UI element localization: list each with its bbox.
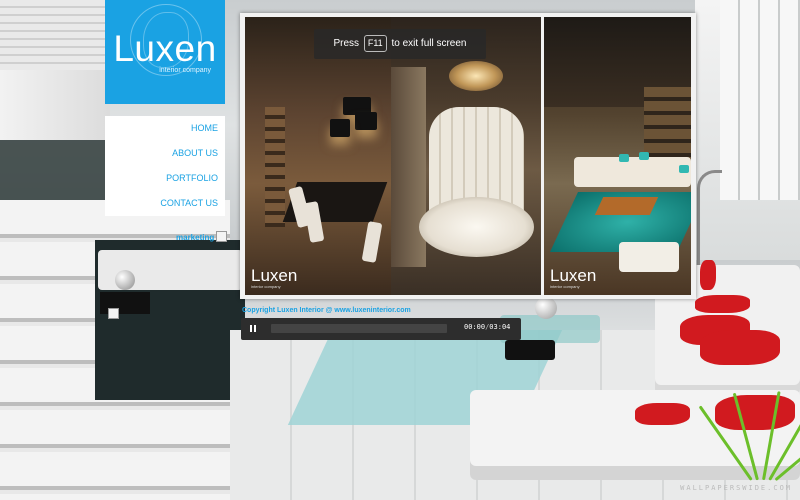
marketing-label: marketing xyxy=(176,233,215,242)
pause-button[interactable] xyxy=(249,324,259,334)
broken-image-icon xyxy=(108,308,119,319)
pause-icon xyxy=(250,325,252,332)
right-window xyxy=(720,0,800,200)
time-display: 00:00/03:04 xyxy=(464,323,511,331)
decor-sphere xyxy=(115,270,135,290)
red-pillow xyxy=(700,330,780,365)
decor-sphere xyxy=(535,297,557,319)
seek-bar[interactable] xyxy=(271,324,447,333)
gallery-watermark: Luxen interior company xyxy=(251,266,298,289)
table-base xyxy=(505,340,555,360)
current-time: 00:00 xyxy=(464,323,486,331)
glass-railing xyxy=(0,140,105,200)
nav-item-home[interactable]: HOME xyxy=(105,116,225,141)
green-plant xyxy=(698,380,800,482)
brand-logo[interactable]: Luxen interior company xyxy=(105,0,225,104)
nav-item-contact-us[interactable]: CONTACT US xyxy=(105,191,225,216)
watermark: WALLPAPERSWIDE.COM xyxy=(680,484,792,492)
gallery-image-living-room[interactable]: Luxen interior company xyxy=(544,17,691,295)
pause-icon xyxy=(254,325,256,332)
duration: 03:04 xyxy=(489,323,511,331)
gallery-watermark: Luxen interior company xyxy=(550,266,597,289)
f11-key: F11 xyxy=(363,35,387,52)
fullscreen-notice: Press F11 to exit full screen xyxy=(314,29,486,59)
copyright-text: Copyright Luxen Interior @ www.luxeninte… xyxy=(242,307,411,314)
red-pillow xyxy=(635,403,690,425)
brand-name: Luxen xyxy=(113,28,217,69)
nav-item-about-us[interactable]: ABOUT US xyxy=(105,141,225,166)
red-pillow xyxy=(695,295,750,313)
red-pillow xyxy=(700,260,716,290)
window-blinds xyxy=(0,0,105,70)
broken-image-icon xyxy=(216,231,228,242)
marketing-link[interactable]: marketing xyxy=(176,231,228,242)
brand-tagline: interior company xyxy=(159,67,211,74)
main-nav: HOME ABOUT US PORTFOLIO CONTACT US xyxy=(105,116,225,216)
nav-item-portfolio[interactable]: PORTFOLIO xyxy=(105,166,225,191)
audio-player: 00:00/03:04 xyxy=(241,318,521,340)
